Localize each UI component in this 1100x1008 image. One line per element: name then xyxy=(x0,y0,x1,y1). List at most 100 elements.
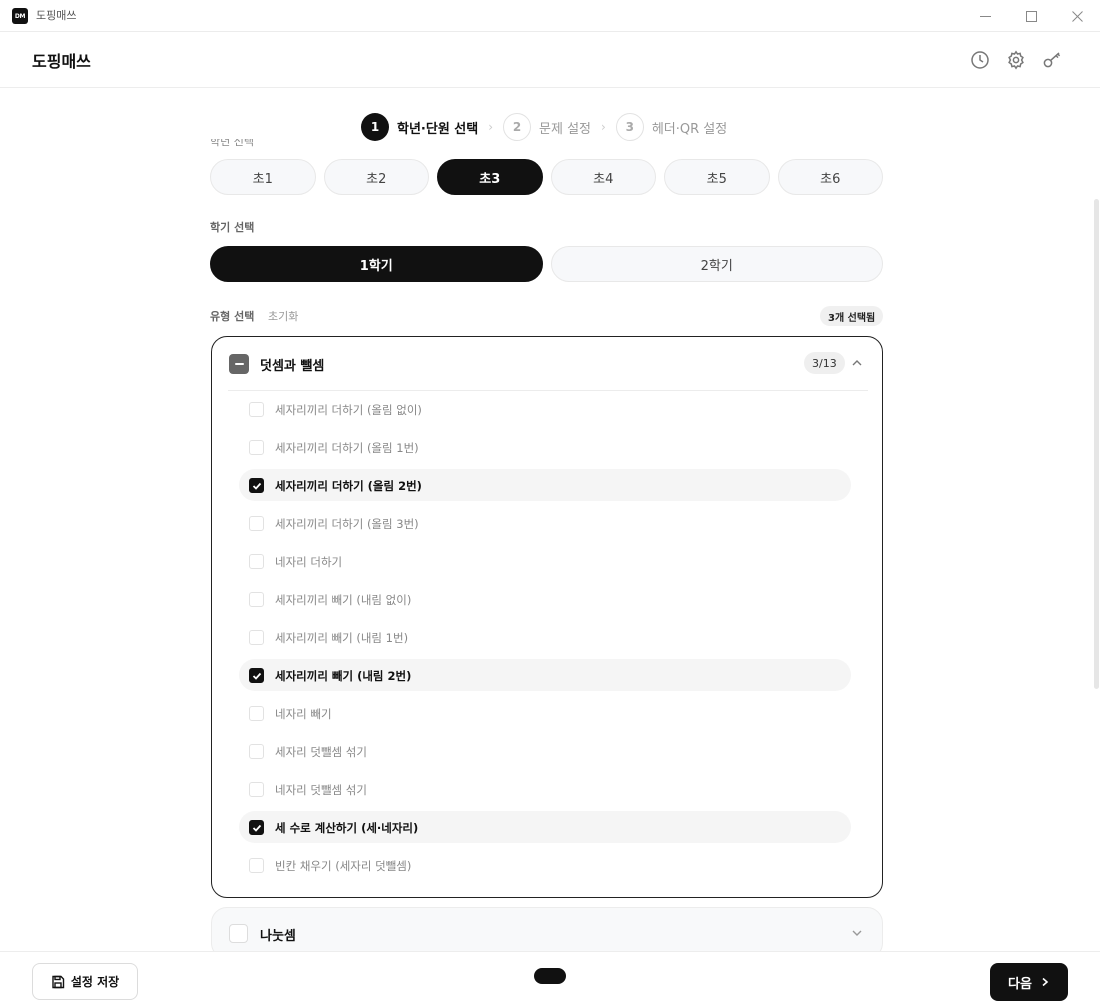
type-item[interactable]: 세 수로 계산하기 (세·네자리) xyxy=(239,811,851,843)
type-item[interactable]: 세자리끼리 더하기 (올림 3번) xyxy=(239,507,851,539)
footer-bar: 설정 저장 다음 xyxy=(0,951,1100,1008)
window-titlebar: DM 도핑매쓰 xyxy=(0,0,1100,32)
maximize-button[interactable] xyxy=(1008,0,1054,32)
step-2[interactable]: 2 문제 설정 xyxy=(503,113,591,141)
collapse-button[interactable] xyxy=(849,355,865,371)
type-checkbox[interactable] xyxy=(249,440,264,455)
type-item[interactable]: 네자리 덧뺄셈 섞기 xyxy=(239,773,851,805)
type-item[interactable]: 네자리 더하기 xyxy=(239,545,851,577)
type-item[interactable]: 빈칸 채우기 (세자리 덧뺄셈) xyxy=(239,849,851,881)
history-button[interactable] xyxy=(969,49,991,71)
type-label: 네자리 더하기 xyxy=(275,555,343,569)
type-label: 세자리끼리 빼기 (내림 1번) xyxy=(275,631,409,645)
type-checkbox[interactable] xyxy=(249,516,264,531)
type-label: 세자리끼리 더하기 (올림 1번) xyxy=(275,441,419,455)
step-number: 1 xyxy=(361,113,389,141)
semester-options: 1학기 2학기 xyxy=(210,246,883,282)
type-checkbox[interactable] xyxy=(249,706,264,721)
close-icon xyxy=(1071,10,1083,22)
step-3[interactable]: 3 헤더·QR 설정 xyxy=(615,113,728,141)
step-number: 3 xyxy=(615,113,644,141)
type-label: 세 수로 계산하기 (세·네자리) xyxy=(275,821,419,835)
type-checkbox[interactable] xyxy=(249,630,264,645)
type-checkbox[interactable] xyxy=(249,402,264,417)
minus-icon xyxy=(234,363,244,365)
next-label: 다음 xyxy=(1008,976,1032,992)
grade-option-3[interactable]: 초3 xyxy=(437,159,543,195)
category-checkbox[interactable] xyxy=(229,354,249,374)
grade-option-5[interactable]: 초5 xyxy=(664,159,770,195)
app-header: 도핑매쓰 xyxy=(0,32,1100,88)
semester-section-label: 학기 선택 xyxy=(210,221,255,234)
type-checkbox[interactable] xyxy=(249,782,264,797)
check-icon xyxy=(252,482,261,490)
expand-button[interactable] xyxy=(849,925,865,941)
type-label: 세자리끼리 더하기 (올림 없이) xyxy=(275,403,422,417)
semester-option-2[interactable]: 2학기 xyxy=(550,246,883,282)
category-title: 덧셈과 뺄셈 xyxy=(260,359,325,374)
brand-title: 도핑매쓰 xyxy=(32,52,91,71)
type-item[interactable]: 세자리끼리 빼기 (내림 없이) xyxy=(239,583,851,615)
type-label: 세자리 덧뺄셈 섞기 xyxy=(275,745,367,759)
type-label: 세자리끼리 더하기 (올림 2번) xyxy=(275,479,422,493)
step-label: 헤더·QR 설정 xyxy=(651,121,728,137)
type-checkbox[interactable] xyxy=(249,554,264,569)
clock-icon xyxy=(971,51,989,69)
grade-option-6[interactable]: 초6 xyxy=(777,159,883,195)
type-item[interactable]: 네자리 빼기 xyxy=(239,697,851,729)
type-label: 네자리 빼기 xyxy=(275,707,332,721)
category-checkbox[interactable] xyxy=(229,924,248,943)
type-label: 빈칸 채우기 (세자리 덧뺄셈) xyxy=(275,859,412,873)
save-settings-button[interactable]: 설정 저장 xyxy=(32,963,138,1000)
reset-button[interactable]: 초기화 xyxy=(268,308,298,324)
type-checkbox[interactable] xyxy=(249,592,264,607)
category-card[interactable]: 나눗셈 xyxy=(211,907,883,951)
type-item[interactable]: 세자리끼리 더하기 (올림 1번) xyxy=(239,431,851,463)
step-label: 학년·단원 선택 xyxy=(397,121,479,137)
category-header[interactable]: 덧셈과 뺄셈 3/13 xyxy=(212,337,882,391)
type-label: 세자리끼리 더하기 (올림 3번) xyxy=(275,517,419,531)
settings-button[interactable] xyxy=(1005,49,1027,71)
type-item[interactable]: 세자리 덧뺄셈 섞기 xyxy=(239,735,851,767)
type-checkbox[interactable] xyxy=(249,478,264,493)
grade-option-4[interactable]: 초4 xyxy=(550,159,656,195)
gear-icon xyxy=(1008,50,1024,70)
chevron-down-icon xyxy=(852,930,862,936)
grade-section-label: 학년 선택 xyxy=(210,135,254,148)
type-checkbox[interactable] xyxy=(249,744,264,759)
main-content: 학년 선택 1 학년·단원 선택 › 2 문제 설정 › 3 헤더·QR 설정 … xyxy=(0,89,1100,951)
type-item[interactable]: 세자리끼리 더하기 (올림 2번) xyxy=(239,469,851,501)
window-title: 도핑매쓰 xyxy=(36,9,77,22)
page-indicator xyxy=(534,968,566,984)
check-icon xyxy=(252,672,261,680)
key-icon xyxy=(1043,52,1061,68)
grade-option-1[interactable]: 초1 xyxy=(210,159,316,195)
chevron-right-icon xyxy=(1042,977,1049,987)
chevron-up-icon xyxy=(852,360,862,366)
license-key-button[interactable] xyxy=(1041,49,1063,71)
step-1[interactable]: 1 학년·단원 선택 xyxy=(361,113,478,141)
scrollbar[interactable] xyxy=(1094,199,1099,689)
type-label: 네자리 덧뺄셈 섞기 xyxy=(275,783,367,797)
minimize-button[interactable] xyxy=(962,0,1008,32)
category-card: 덧셈과 뺄셈 3/13 세자리끼리 더하기 (올림 없이) 세자리끼리 더하기 … xyxy=(211,336,883,898)
type-item[interactable]: 세자리끼리 빼기 (내림 2번) xyxy=(239,659,851,691)
type-label: 세자리끼리 빼기 (내림 2번) xyxy=(275,669,412,683)
next-button[interactable]: 다음 xyxy=(990,963,1068,1001)
step-number: 2 xyxy=(503,113,532,141)
save-icon xyxy=(52,975,65,988)
semester-option-1[interactable]: 1학기 xyxy=(210,246,543,282)
type-checkbox[interactable] xyxy=(249,858,264,873)
app-logo: DM xyxy=(12,8,28,24)
divider xyxy=(228,390,868,391)
category-count-badge: 3/13 xyxy=(804,352,845,374)
save-settings-label: 설정 저장 xyxy=(70,975,120,989)
maximize-icon xyxy=(1025,10,1037,22)
type-checkbox[interactable] xyxy=(249,668,264,683)
type-item[interactable]: 세자리끼리 빼기 (내림 1번) xyxy=(239,621,851,653)
check-icon xyxy=(252,824,261,832)
type-checkbox[interactable] xyxy=(249,820,264,835)
grade-option-2[interactable]: 초2 xyxy=(323,159,429,195)
type-item[interactable]: 세자리끼리 더하기 (올림 없이) xyxy=(239,393,851,425)
close-button[interactable] xyxy=(1054,0,1100,32)
